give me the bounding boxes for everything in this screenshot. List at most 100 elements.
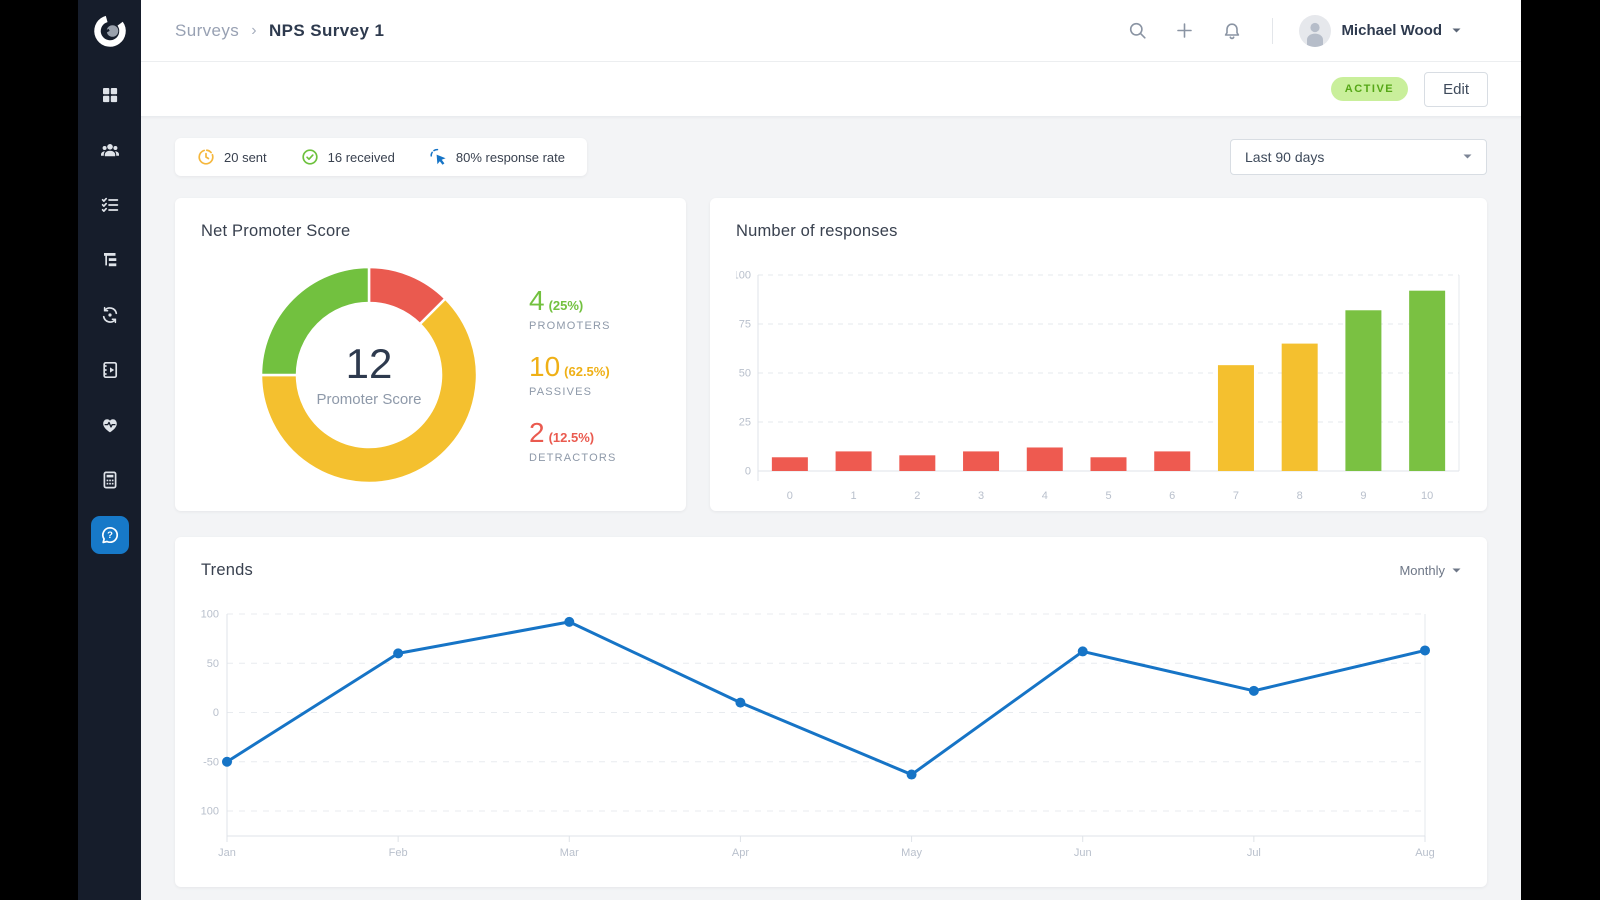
svg-text:75: 75 [739, 319, 751, 331]
svg-text:Apr: Apr [732, 847, 749, 859]
sidebar-item-calculator[interactable] [91, 461, 129, 499]
svg-text:Jul: Jul [1247, 847, 1261, 859]
svg-text:10: 10 [1421, 490, 1433, 502]
donut-slice-promoters [261, 267, 369, 375]
sidebar-item-dashboard[interactable] [91, 76, 129, 114]
stat-sent-label: 20 sent [224, 150, 267, 165]
trend-point-apr [735, 698, 745, 708]
svg-text:?: ? [107, 530, 113, 541]
detractors-percent: (12.5%) [549, 430, 595, 445]
stat-received-label: 16 received [328, 150, 395, 165]
promoters-percent: (25%) [549, 298, 584, 313]
app-window: ? Surveys › NPS Survey 1 [78, 0, 1521, 900]
bar-chart-svg: 0255075100012345678910 [736, 255, 1461, 509]
svg-text:-50: -50 [203, 756, 219, 768]
nps-donut-chart: 12 Promoter Score [257, 263, 481, 487]
sidebar-item-hierarchy[interactable] [91, 241, 129, 279]
person-icon [1299, 15, 1331, 47]
book-play-icon [100, 360, 120, 380]
sidebar-nav: ? [91, 76, 129, 554]
responses-card: Number of responses 02550751000123456789… [710, 198, 1487, 511]
trend-point-jan [222, 757, 232, 767]
header-divider [1272, 18, 1273, 44]
bar-3 [963, 451, 999, 471]
breadcrumb-surveys-link[interactable]: Surveys [175, 21, 239, 41]
stats-row: 20 sent 16 received [175, 138, 1487, 176]
svg-text:1: 1 [851, 490, 857, 502]
chevron-down-icon [1452, 568, 1461, 574]
detractors-count: 2 [529, 417, 545, 448]
promoters-count: 4 [529, 285, 545, 316]
chat-question-icon: ? [100, 525, 120, 545]
search-button[interactable] [1124, 17, 1151, 44]
app-logo[interactable] [91, 12, 129, 50]
bar-8 [1282, 344, 1318, 471]
add-button[interactable] [1171, 17, 1198, 44]
breadcrumb: Surveys › NPS Survey 1 [175, 21, 384, 41]
stats-bar: 20 sent 16 received [175, 138, 587, 176]
trends-period-select[interactable]: Monthly [1399, 563, 1461, 578]
svg-text:100: 100 [736, 270, 751, 282]
svg-text:Jun: Jun [1074, 847, 1092, 859]
chevron-down-icon [1463, 154, 1472, 160]
nps-score-card: Net Promoter Score 12 Promoter Score [175, 198, 686, 511]
notifications-button[interactable] [1218, 17, 1246, 45]
trend-point-jun [1078, 646, 1088, 656]
edit-button[interactable]: Edit [1424, 72, 1488, 107]
trend-point-may [907, 770, 917, 780]
bar-1 [836, 451, 872, 471]
chevron-down-icon [1452, 28, 1461, 34]
hierarchy-tree-icon [100, 250, 120, 270]
user-menu[interactable]: Michael Wood [1299, 15, 1461, 47]
content-column: Surveys › NPS Survey 1 [141, 0, 1521, 900]
trends-card-header: Trends Monthly [201, 561, 1461, 580]
stat-received: 16 received [301, 148, 395, 166]
sidebar-item-contacts[interactable] [91, 131, 129, 169]
passives-percent: (62.5%) [564, 364, 610, 379]
svg-text:3: 3 [978, 490, 984, 502]
bar-9 [1345, 310, 1381, 471]
bar-10 [1409, 291, 1445, 471]
trend-line [227, 622, 1425, 775]
sidebar-item-sync[interactable] [91, 296, 129, 334]
svg-text:7: 7 [1233, 490, 1239, 502]
sidebar-item-surveys[interactable] [91, 186, 129, 224]
nps-legend: 4 (25%) PROMOTERS 10(62.5%) PASSIVES 2 (12… [529, 287, 617, 464]
survey-toolbar: ACTIVE Edit [141, 62, 1521, 117]
user-name: Michael Wood [1341, 22, 1442, 39]
nps-card-body: 12 Promoter Score 4 (25%) PROMOTERS [201, 263, 660, 487]
trends-card-title: Trends [201, 561, 253, 580]
trend-point-aug [1420, 645, 1430, 655]
bar-5 [1091, 457, 1127, 471]
sidebar-item-feedback[interactable]: ? [91, 516, 129, 554]
svg-text:25: 25 [739, 417, 751, 429]
legend-detractors: 2(12.5%) DETRACTORS [529, 419, 617, 464]
svg-text:-100: -100 [201, 806, 219, 818]
bar-0 [772, 457, 808, 471]
sidebar-item-library[interactable] [91, 351, 129, 389]
bar-4 [1027, 447, 1063, 471]
svg-text:100: 100 [201, 609, 219, 621]
donut-svg [257, 263, 481, 487]
trends-line-chart: 100500-50-100JanFebMarAprMayJunJulAug [201, 594, 1461, 867]
svg-text:0: 0 [745, 466, 751, 478]
brand-logo-icon [91, 12, 129, 50]
checklist-icon [100, 195, 120, 215]
legend-passives: 10(62.5%) PASSIVES [529, 353, 617, 398]
svg-text:Aug: Aug [1415, 847, 1435, 859]
trend-point-jul [1249, 686, 1259, 696]
svg-text:4: 4 [1042, 490, 1048, 502]
search-icon [1128, 21, 1147, 40]
svg-text:0: 0 [213, 707, 219, 719]
sidebar-item-health[interactable] [91, 406, 129, 444]
avatar [1299, 15, 1331, 47]
responses-card-title: Number of responses [736, 222, 1461, 241]
date-range-select[interactable]: Last 90 days [1230, 139, 1487, 175]
nps-card-title: Net Promoter Score [201, 222, 660, 241]
svg-text:Mar: Mar [560, 847, 579, 859]
sync-refresh-icon [100, 305, 120, 325]
svg-text:9: 9 [1360, 490, 1366, 502]
dashboard-grid-icon [100, 85, 120, 105]
svg-text:Feb: Feb [389, 847, 408, 859]
promoters-label: PROMOTERS [529, 320, 617, 332]
